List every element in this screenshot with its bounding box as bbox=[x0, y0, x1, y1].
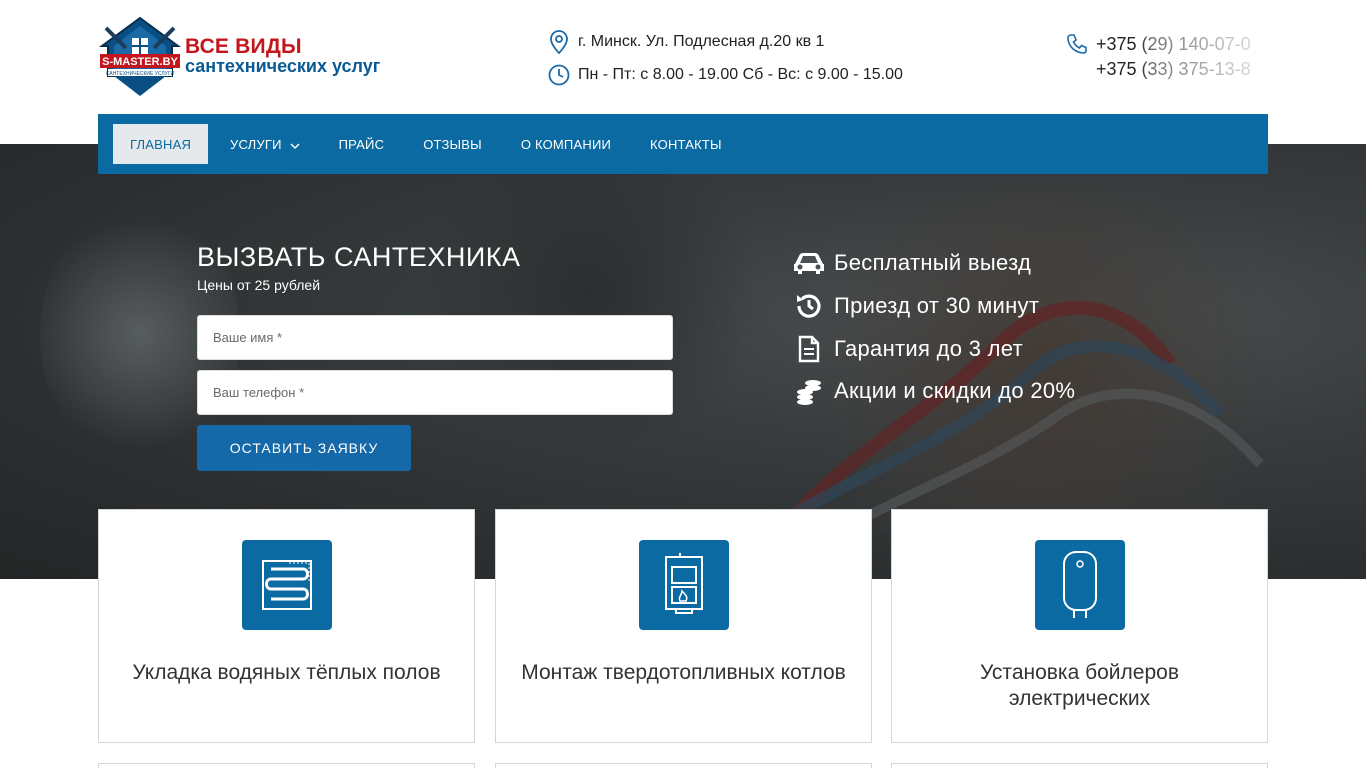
nav-item-contacts[interactable]: КОНТАКТЫ bbox=[633, 124, 739, 164]
submit-request-button[interactable]: ОСТАВИТЬ ЗАЯВКУ bbox=[197, 425, 411, 471]
nav-item-reviews[interactable]: ОТЗЫВЫ bbox=[406, 124, 499, 164]
working-hours: Пн - Пт: с 8.00 - 19.00 Сб - Вс: с 9.00 … bbox=[548, 63, 903, 87]
hero-title: ВЫЗВАТЬ САНТЕХНИКА bbox=[197, 242, 521, 272]
chevron-down-icon bbox=[290, 139, 300, 150]
phones: +375 (29) 140-07-0 +375 (33) 375-13-8 bbox=[1066, 33, 1266, 85]
nav-item-price[interactable]: ПРАЙС bbox=[322, 124, 402, 164]
solid-fuel-boiler-icon bbox=[638, 540, 729, 630]
feature-text: Бесплатный выезд bbox=[834, 250, 1032, 275]
hours-text: Пн - Пт: с 8.00 - 19.00 Сб - Вс: с 9.00 … bbox=[578, 66, 903, 83]
service-card-underfloor-heating[interactable]: Укладка водяных тёплых полов bbox=[98, 509, 475, 743]
phone-input[interactable] bbox=[197, 370, 673, 415]
nav-label: О КОМПАНИИ bbox=[520, 136, 612, 152]
feature-arrival-time: Приезд от 30 минут bbox=[792, 290, 1039, 322]
logo-text: S-MASTER.BY bbox=[102, 56, 178, 68]
car-icon bbox=[792, 247, 826, 279]
clock-icon bbox=[548, 63, 570, 87]
feature-text: Приезд от 30 минут bbox=[834, 293, 1040, 318]
nav-item-home[interactable]: ГЛАВНАЯ bbox=[113, 124, 209, 164]
logo[interactable]: S-MASTER.BY САНТЕХНИЧЕСКИЕ УСЛУГИ bbox=[98, 16, 182, 98]
phone-link-1[interactable]: +375 (29) 140-07-0 bbox=[1096, 34, 1251, 55]
feature-text: Гарантия до 3 лет bbox=[834, 336, 1023, 361]
nav-label: ГЛАВНАЯ bbox=[130, 136, 192, 152]
phone-icon bbox=[1066, 33, 1088, 55]
service-card-next-row bbox=[495, 763, 872, 768]
service-title: Установка бойлеров электрических bbox=[980, 661, 1179, 710]
feature-warranty: Гарантия до 3 лет bbox=[792, 333, 1023, 365]
service-card-next-row bbox=[98, 763, 475, 768]
nav-item-services[interactable]: УСЛУГИ bbox=[213, 124, 317, 164]
history-icon bbox=[792, 290, 826, 322]
service-card-water-heater[interactable]: Установка бойлеров электрических bbox=[891, 509, 1268, 743]
nav-label: КОНТАКТЫ bbox=[650, 136, 722, 152]
service-card-next-row bbox=[891, 763, 1268, 768]
service-title: Монтаж твердотопливных котлов bbox=[521, 661, 846, 684]
coins-icon bbox=[792, 375, 826, 407]
document-icon bbox=[792, 333, 826, 365]
address: г. Минск. Ул. Подлесная д.20 кв 1 bbox=[548, 30, 824, 54]
phone-link-2[interactable]: +375 (33) 375-13-8 bbox=[1096, 59, 1251, 80]
feature-text: Акции и скидки до 20% bbox=[834, 378, 1076, 403]
feature-free-visit: Бесплатный выезд bbox=[792, 247, 1031, 279]
nav-label: ПРАЙС bbox=[338, 136, 385, 152]
location-pin-icon bbox=[548, 30, 570, 54]
service-card-solid-fuel-boiler[interactable]: Монтаж твердотопливных котлов bbox=[495, 509, 872, 743]
feature-discounts: Акции и скидки до 20% bbox=[792, 375, 1075, 407]
water-heater-icon bbox=[1034, 540, 1125, 630]
nav-label: УСЛУГИ bbox=[230, 136, 282, 152]
service-title: Укладка водяных тёплых полов bbox=[132, 661, 441, 684]
name-input[interactable] bbox=[197, 315, 673, 360]
address-text: г. Минск. Ул. Подлесная д.20 кв 1 bbox=[578, 33, 825, 50]
underfloor-heating-icon bbox=[241, 540, 332, 630]
nav-label: ОТЗЫВЫ bbox=[423, 136, 482, 152]
brand-subtitle: сантехнических услуг bbox=[185, 56, 381, 76]
nav-item-about[interactable]: О КОМПАНИИ bbox=[504, 124, 628, 164]
main-nav: ГЛАВНАЯ УСЛУГИ ПРАЙС ОТЗЫВЫ О КОМПАНИИ К… bbox=[98, 114, 1268, 174]
hero-subtitle: Цены от 25 рублей bbox=[197, 277, 321, 293]
